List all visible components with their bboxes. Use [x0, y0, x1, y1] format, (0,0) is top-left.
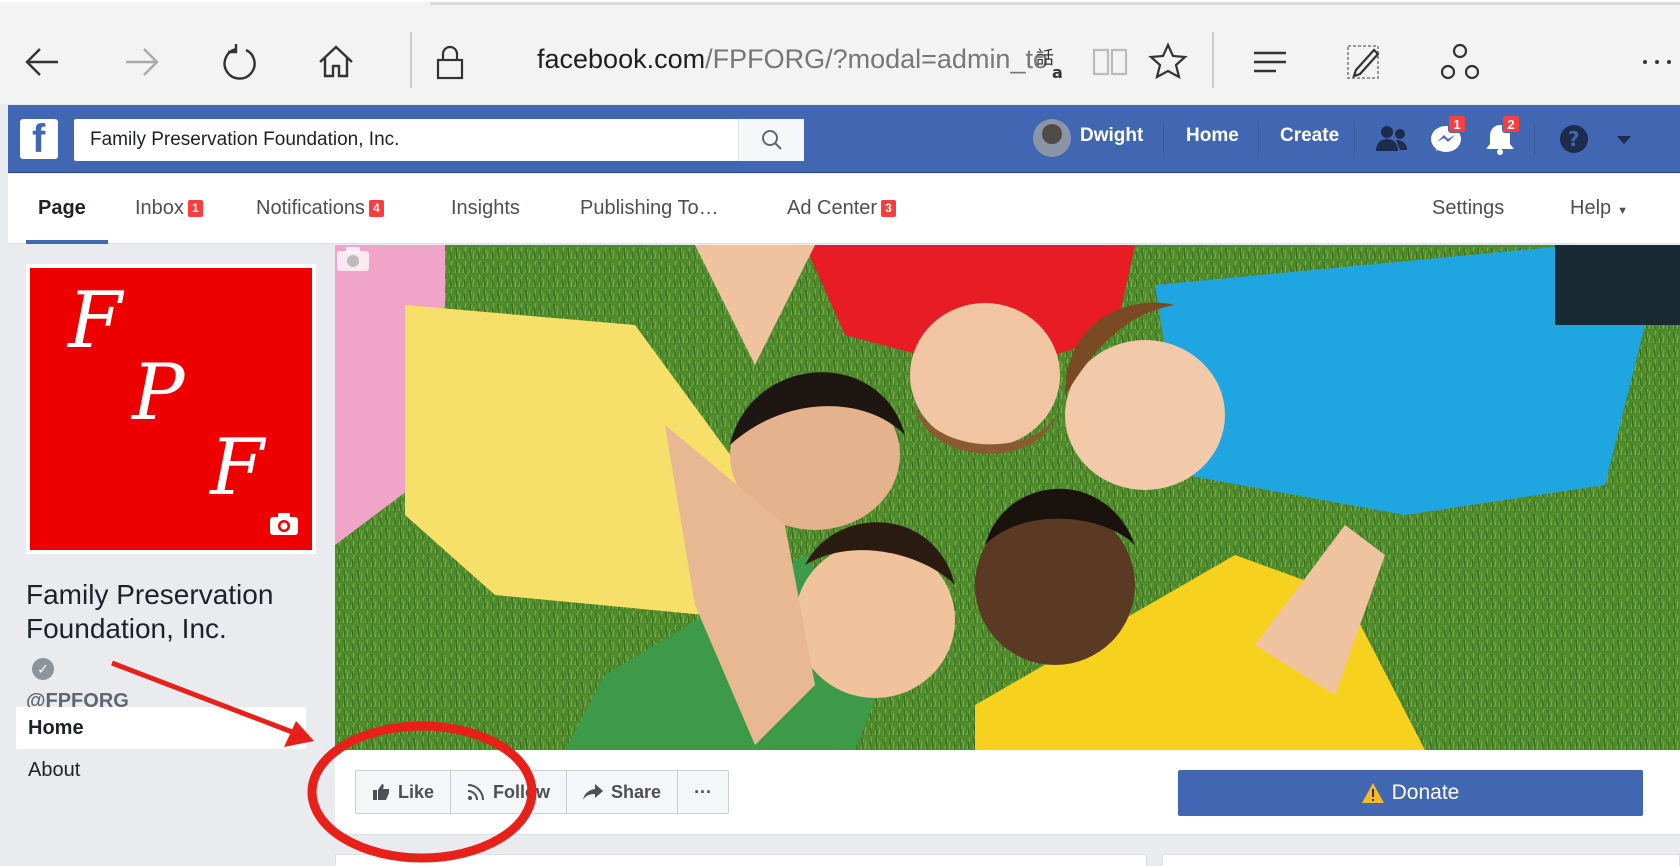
- notifications-count-badge: 2: [1502, 115, 1520, 133]
- profile-link[interactable]: Dwight: [1080, 125, 1143, 147]
- like-button[interactable]: Like: [356, 771, 452, 813]
- toolbar-separator: [1212, 32, 1214, 88]
- chevron-down-icon: ▼: [1617, 205, 1629, 217]
- active-tab-indicator: [26, 240, 108, 244]
- inbox-badge: 1: [187, 200, 203, 217]
- tab-insights[interactable]: Insights: [451, 197, 520, 220]
- web-note-icon[interactable]: [1334, 32, 1394, 92]
- more-label: ···: [694, 781, 713, 802]
- favorite-star-icon[interactable]: [1138, 32, 1198, 92]
- search-input[interactable]: Family Preservation Foundation, Inc.: [74, 129, 738, 151]
- camera-icon[interactable]: [335, 245, 371, 273]
- back-arrow-icon[interactable]: [12, 32, 72, 92]
- notifications-bell-icon[interactable]: 2: [1480, 115, 1520, 159]
- tab-label: Ad Center: [787, 197, 878, 219]
- share-label: Share: [611, 781, 662, 802]
- help-icon[interactable]: ?: [1554, 119, 1594, 159]
- page-action-bar: Like Follow Share ··· Donate: [335, 750, 1680, 835]
- page-title: Family Preservation Foundation, Inc.: [26, 579, 274, 644]
- thumbs-up-icon: [373, 784, 389, 800]
- like-label: Like: [398, 781, 435, 802]
- left-column: F P F Family Preservation Foundation, In…: [8, 245, 324, 866]
- create-link[interactable]: Create: [1280, 125, 1339, 147]
- tab-notifications[interactable]: Notifications 4: [256, 197, 384, 220]
- forward-arrow-icon[interactable]: [112, 32, 172, 92]
- share-button[interactable]: Share: [567, 771, 679, 813]
- search-icon: [761, 130, 782, 150]
- tab-page[interactable]: Page: [38, 197, 86, 220]
- header-divider: [1163, 123, 1164, 155]
- facebook-header: f Family Preservation Foundation, Inc. D…: [8, 105, 1680, 173]
- avatar[interactable]: [1033, 119, 1071, 157]
- url-path: /FPFORG/?modal=admin_to: [705, 44, 1048, 74]
- messenger-icon[interactable]: 1: [1426, 115, 1466, 159]
- toolbar-separator: [410, 32, 412, 88]
- share-icon[interactable]: [1430, 32, 1490, 92]
- tab-settings[interactable]: Settings: [1432, 197, 1504, 220]
- address-bar-url[interactable]: facebook.com/FPFORG/?modal=admin_to: [537, 44, 1048, 75]
- content-card: [1162, 854, 1680, 866]
- warning-icon: [1361, 783, 1384, 803]
- lock-icon[interactable]: [420, 32, 480, 92]
- follow-button[interactable]: Follow: [451, 771, 568, 813]
- tab-inbox[interactable]: Inbox 1: [135, 197, 203, 220]
- hub-icon[interactable]: [1240, 32, 1300, 92]
- refresh-icon[interactable]: [210, 32, 270, 92]
- svg-text:?: ?: [1568, 127, 1580, 151]
- messages-count-badge: 1: [1448, 115, 1466, 133]
- profile-picture[interactable]: F P F: [26, 264, 316, 554]
- more-options-button[interactable]: ···: [678, 771, 728, 813]
- home-icon[interactable]: [306, 32, 366, 92]
- sidebar-item-home[interactable]: Home: [16, 707, 306, 749]
- camera-icon[interactable]: [268, 512, 300, 536]
- tab-label: Inbox: [135, 197, 184, 219]
- url-host: facebook.com: [537, 44, 706, 74]
- reading-view-icon[interactable]: [1080, 32, 1140, 92]
- svg-text:a: a: [1052, 63, 1063, 82]
- header-divider: [1534, 123, 1535, 155]
- tab-label: Page: [38, 197, 86, 219]
- tab-help[interactable]: Help ▼: [1570, 197, 1628, 220]
- logo-letter: F: [210, 423, 265, 513]
- facebook-logo-icon[interactable]: f: [20, 117, 58, 161]
- search-field[interactable]: Family Preservation Foundation, Inc.: [74, 119, 804, 161]
- account-menu-caret-icon[interactable]: [1604, 119, 1644, 159]
- cover-photo[interactable]: [335, 245, 1680, 750]
- donate-label: Donate: [1391, 781, 1460, 804]
- tab-strip-edge: [430, 2, 1680, 5]
- page-sidebar-menu: Home About: [16, 707, 306, 791]
- more-icon[interactable]: [1630, 32, 1680, 92]
- tab-label: Publishing To…: [580, 197, 719, 219]
- home-link[interactable]: Home: [1186, 125, 1239, 147]
- tab-label: Insights: [451, 197, 520, 219]
- tab-ad-center[interactable]: Ad Center 3: [787, 197, 896, 220]
- page-admin-nav: Page Inbox 1 Notifications 4 Insights Publ…: [8, 174, 1680, 244]
- header-divider: [1258, 123, 1259, 155]
- translate-icon[interactable]: 話a: [1022, 32, 1082, 92]
- share-arrow-icon: [583, 784, 604, 800]
- tab-publishing-tools[interactable]: Publishing To…: [580, 197, 719, 220]
- verified-check-icon: ✓: [32, 658, 54, 680]
- content-card: [335, 854, 1147, 866]
- logo-letter: F: [68, 276, 123, 366]
- page-actions-group: Like Follow Share ···: [355, 770, 730, 814]
- search-button[interactable]: [738, 119, 804, 161]
- rss-follow-icon: [467, 784, 485, 801]
- cover-image: [335, 245, 1680, 750]
- header-divider: [1354, 123, 1355, 155]
- donate-button[interactable]: Donate: [1178, 770, 1643, 816]
- browser-toolbar: facebook.com/FPFORG/?modal=admin_to 話a: [0, 0, 1680, 104]
- notifications-badge: 4: [368, 200, 384, 217]
- friend-requests-icon[interactable]: [1372, 119, 1412, 159]
- follow-label: Follow: [493, 781, 551, 802]
- logo-letter: P: [132, 348, 185, 438]
- sidebar-item-about[interactable]: About: [16, 749, 306, 791]
- ad-center-badge: 3: [881, 200, 896, 217]
- tab-label: Help: [1570, 197, 1612, 219]
- tab-label: Notifications: [256, 197, 365, 219]
- tab-label: Settings: [1432, 197, 1505, 219]
